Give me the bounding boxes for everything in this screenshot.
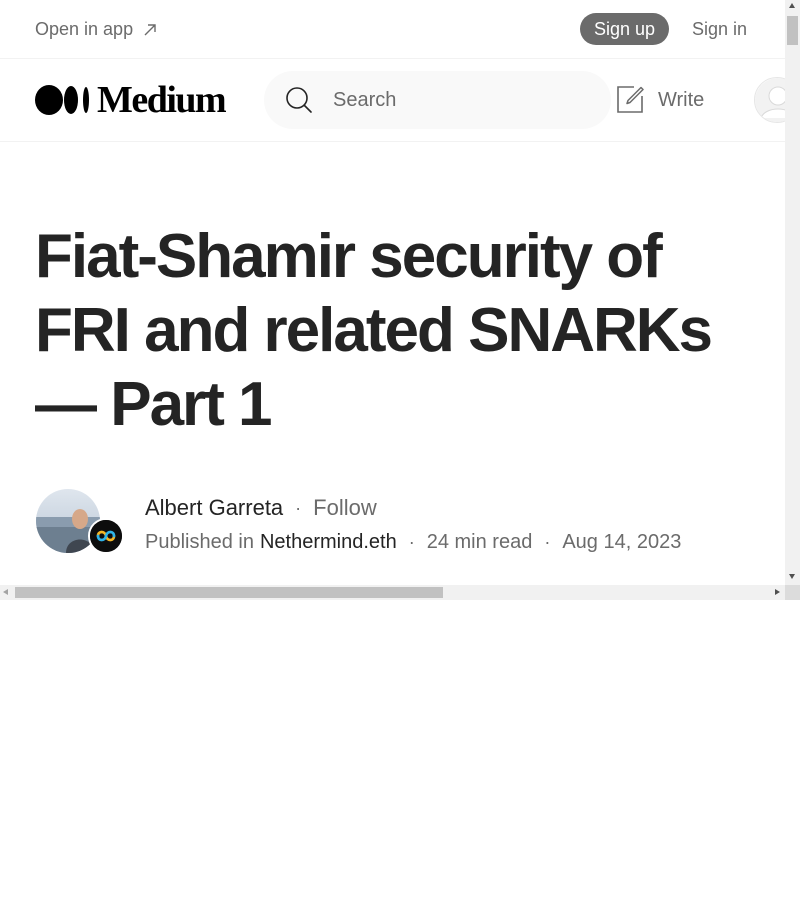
separator-dot: · — [295, 497, 302, 518]
follow-button[interactable]: Follow — [313, 495, 377, 521]
horizontal-scrollbar[interactable] — [0, 585, 785, 600]
site-header: Medium Write — [0, 59, 800, 142]
publication-line: Published in Nethermind.eth · 24 min rea… — [145, 531, 681, 554]
vertical-scroll-thumb[interactable] — [787, 16, 798, 45]
write-label: Write — [658, 88, 705, 111]
search-bar[interactable] — [264, 71, 611, 129]
scroll-up-arrow-icon[interactable] — [789, 3, 795, 8]
arrow-up-right-icon — [144, 23, 156, 35]
sign-up-button[interactable]: Sign up — [580, 13, 669, 45]
write-button[interactable]: Write — [614, 84, 704, 116]
author-line: Albert Garreta · Follow — [145, 495, 377, 521]
scroll-right-arrow-icon[interactable] — [775, 589, 780, 595]
publication-logo[interactable] — [88, 518, 124, 554]
search-icon — [286, 87, 312, 113]
browser-viewport: Open in app Sign up Sign in Medium Searc… — [0, 0, 800, 600]
medium-logo-icon — [35, 85, 89, 115]
author-name[interactable]: Albert Garreta — [145, 495, 283, 521]
author-avatar-group — [36, 489, 136, 559]
medium-logo[interactable]: Medium — [35, 79, 227, 121]
top-banner: Open in app Sign up Sign in — [0, 0, 785, 59]
write-icon — [617, 86, 644, 113]
vertical-scrollbar[interactable] — [785, 0, 800, 585]
separator-dot: · — [408, 532, 415, 552]
scroll-down-arrow-icon[interactable] — [789, 574, 795, 579]
open-in-app-link[interactable]: Open in app — [35, 19, 158, 40]
horizontal-scroll-thumb[interactable] — [15, 587, 443, 598]
scroll-left-arrow-icon[interactable] — [3, 589, 8, 595]
publication-name[interactable]: Nethermind.eth — [260, 531, 397, 554]
read-time: 24 min read — [426, 531, 533, 553]
sign-in-label: Sign in — [692, 19, 748, 39]
medium-wordmark: Medium — [97, 79, 227, 121]
published-in-label: Published in — [145, 531, 254, 553]
open-in-app-label: Open in app — [35, 19, 134, 39]
publish-date: Aug 14, 2023 — [562, 531, 682, 553]
sign-in-link[interactable]: Sign in — [692, 19, 747, 40]
scrollbar-corner — [785, 585, 800, 600]
search-input[interactable] — [333, 88, 583, 112]
separator-dot: · — [544, 532, 551, 552]
article-title: Fiat-Shamir security of FRI and related … — [35, 222, 713, 439]
sign-up-label: Sign up — [593, 18, 656, 39]
